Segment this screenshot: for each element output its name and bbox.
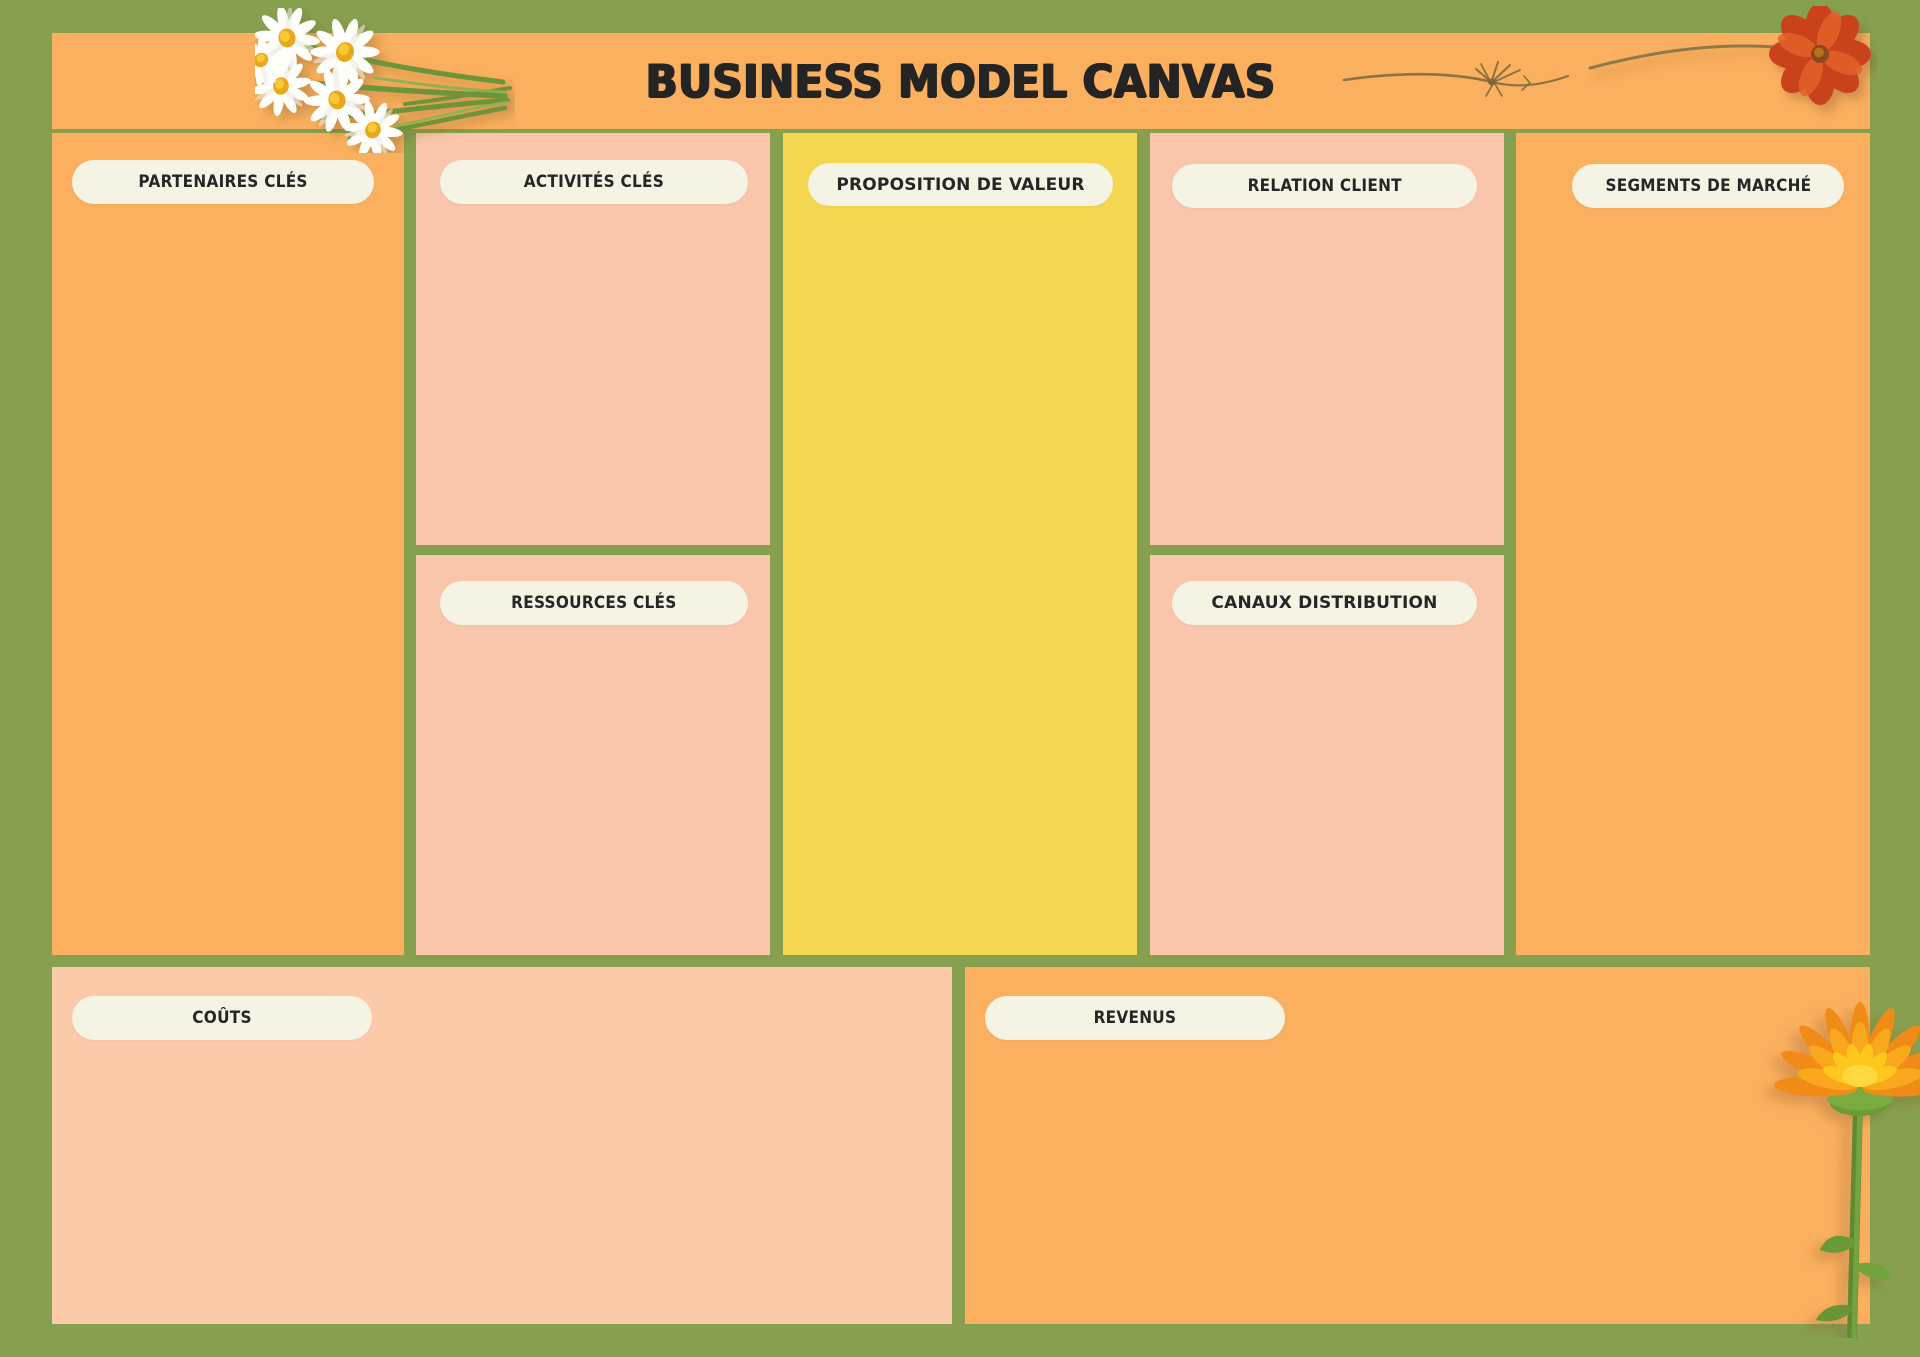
label-key-activities: ACTIVITÉS CLÉS [440,160,748,204]
label-value-proposition: PROPOSITION DE VALEUR [808,163,1113,206]
label-channels: CANAUX DISTRIBUTION [1172,581,1477,625]
label-text: PROPOSITION DE VALEUR [836,174,1085,195]
label-text: REVENUS [1093,1008,1177,1028]
label-text: PARTENAIRES CLÉS [138,172,308,192]
business-model-canvas: BUSINESS MODEL CANVAS PARTENAIRES CLÉS A… [0,0,1920,1357]
label-key-partners: PARTENAIRES CLÉS [72,160,374,204]
label-costs: COÛTS [72,996,372,1040]
label-customer-relationships: RELATION CLIENT [1172,164,1477,208]
label-text: RESSOURCES CLÉS [511,593,677,613]
block-key-partners[interactable] [52,133,404,955]
header-bar: BUSINESS MODEL CANVAS [52,33,1870,129]
label-text: SEGMENTS DE MARCHÉ [1605,176,1811,196]
label-text: RELATION CLIENT [1247,176,1402,196]
label-text: ACTIVITÉS CLÉS [523,172,665,192]
label-revenue: REVENUS [985,996,1285,1040]
block-customer-segments[interactable] [1516,133,1870,955]
page-title: BUSINESS MODEL CANVAS [646,54,1276,108]
block-value-proposition[interactable] [783,133,1137,955]
label-key-resources: RESSOURCES CLÉS [440,581,748,625]
label-text: CANAUX DISTRIBUTION [1211,593,1438,613]
label-text: COÛTS [192,1008,252,1028]
label-customer-segments: SEGMENTS DE MARCHÉ [1572,164,1844,208]
